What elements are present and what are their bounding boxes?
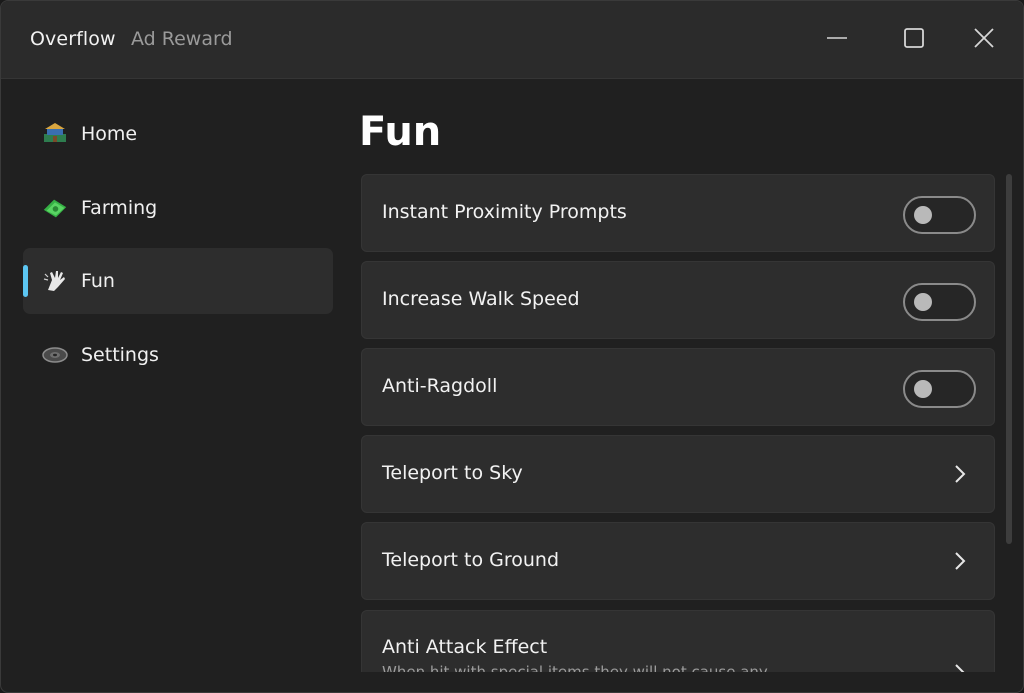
toggle-switch[interactable] (903, 196, 976, 234)
chevron-right-icon (955, 465, 966, 483)
minimize-button[interactable] (814, 15, 860, 61)
cash-icon (41, 194, 69, 222)
option-label: Teleport to Ground (382, 549, 560, 571)
option-description: When hit with special items they will no… (382, 663, 768, 672)
page-title: Fun (359, 109, 442, 155)
sidebar-item-settings[interactable]: Settings (23, 322, 333, 388)
title-bar[interactable]: Overflow Ad Reward (1, 1, 1023, 79)
app-title: Overflow (30, 28, 116, 50)
option-card: Instant Proximity Prompts (361, 174, 995, 252)
sidebar-item-label: Farming (81, 196, 158, 219)
gear-icon (41, 341, 69, 369)
sidebar-item-label: Home (81, 123, 138, 145)
sidebar-item-farming[interactable]: Farming (23, 175, 333, 241)
hand-icon (41, 267, 69, 295)
option-label: Anti-Ragdoll (382, 375, 498, 397)
options-list[interactable]: Instant Proximity Prompts Increase Walk … (361, 174, 995, 672)
close-button[interactable] (961, 15, 1007, 61)
sidebar-nav: Home Farming Fun Settings (23, 101, 333, 395)
sidebar-item-label: Settings (81, 343, 159, 366)
toggle-knob (914, 293, 932, 311)
sidebar-item-label: Fun (81, 270, 115, 292)
house-icon (41, 120, 69, 148)
sidebar-item-home[interactable]: Home (23, 101, 333, 167)
option-label: Increase Walk Speed (382, 288, 580, 310)
active-indicator (23, 265, 28, 297)
app-subtitle: Ad Reward (131, 28, 233, 50)
close-icon (974, 28, 994, 48)
option-card[interactable]: Anti Attack Effect When hit with special… (361, 610, 995, 672)
toggle-knob (914, 206, 932, 224)
toggle-knob (914, 380, 932, 398)
option-label: Instant Proximity Prompts (382, 201, 627, 223)
minimize-icon (827, 37, 847, 39)
maximize-icon (904, 28, 924, 48)
sidebar-item-fun[interactable]: Fun (23, 248, 333, 314)
option-card[interactable]: Teleport to Sky (361, 435, 995, 513)
option-label: Teleport to Sky (382, 462, 523, 484)
option-card[interactable]: Teleport to Ground (361, 522, 995, 600)
maximize-button[interactable] (891, 15, 937, 61)
chevron-right-icon (955, 552, 966, 570)
option-label: Anti Attack Effect (382, 636, 548, 658)
chevron-right-icon (955, 664, 965, 672)
option-card: Increase Walk Speed (361, 261, 995, 339)
app-window: Overflow Ad Reward Home Farming Fun Sett… (0, 0, 1024, 693)
toggle-switch[interactable] (903, 370, 976, 408)
scrollbar[interactable] (1006, 174, 1012, 544)
option-card: Anti-Ragdoll (361, 348, 995, 426)
toggle-switch[interactable] (903, 283, 976, 321)
